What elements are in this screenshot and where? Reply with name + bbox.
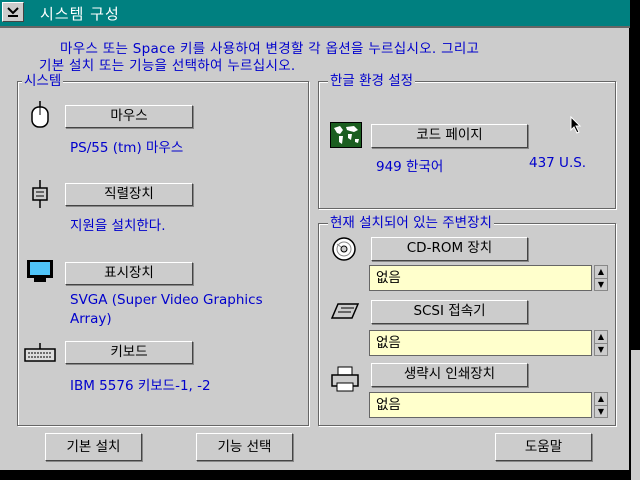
system-group-label: 시스템 xyxy=(22,73,64,89)
spin-down-icon[interactable]: ▼ xyxy=(595,279,607,291)
display-value-line-1: SVGA (Super Video Graphics xyxy=(70,292,263,308)
serial-button[interactable]: 직렬장치 xyxy=(65,183,193,206)
help-button[interactable]: 도움말 xyxy=(495,433,592,461)
config-window: 시스템 구성 마우스 또는 Space 키를 사용하여 변경할 각 옵션을 누르… xyxy=(0,0,630,471)
spin-up-icon[interactable]: ▲ xyxy=(595,266,607,279)
mouse-button[interactable]: 마우스 xyxy=(65,105,193,128)
keyboard-icon xyxy=(24,343,56,367)
codepage-alt-value: 437 U.S. xyxy=(529,155,587,171)
mouse-value: PS/55 (tm) 마우스 xyxy=(70,140,184,156)
system-menu-icon xyxy=(7,7,19,17)
codepage-button[interactable]: 코드 페이지 xyxy=(371,124,528,148)
monitor-icon xyxy=(26,259,54,287)
instruction-line-2: 기본 설치 또는 기능을 선택하여 누르십시오. xyxy=(39,58,296,74)
spin-up-icon[interactable]: ▲ xyxy=(595,331,607,344)
spin-down-icon[interactable]: ▼ xyxy=(595,406,607,418)
scsi-icon xyxy=(330,302,360,324)
cd-icon xyxy=(331,236,357,266)
window-title: 시스템 구성 xyxy=(40,5,120,23)
keyboard-button[interactable]: 키보드 xyxy=(65,341,193,364)
peripherals-group-label: 현재 설치되어 있는 주변장치 xyxy=(328,215,494,231)
default-install-button[interactable]: 기본 설치 xyxy=(45,433,142,461)
printer-select[interactable]: 없음 xyxy=(369,392,592,418)
cdrom-spinner[interactable]: ▲ ▼ xyxy=(594,265,608,291)
select-features-button[interactable]: 기능 선택 xyxy=(196,433,293,461)
cdrom-select[interactable]: 없음 xyxy=(369,265,592,291)
printer-spinner[interactable]: ▲ ▼ xyxy=(594,392,608,418)
mouse-pointer-icon xyxy=(570,115,582,138)
world-map-icon xyxy=(330,122,362,152)
spin-up-icon[interactable]: ▲ xyxy=(595,393,607,406)
hangul-group-label: 한글 환경 설정 xyxy=(328,73,416,89)
title-bar: 시스템 구성 xyxy=(0,0,630,28)
scsi-spinner[interactable]: ▲ ▼ xyxy=(594,330,608,356)
keyboard-value: IBM 5576 키보드-1, -2 xyxy=(70,378,211,394)
display-value-line-2: Array) xyxy=(70,311,112,327)
printer-icon xyxy=(330,366,360,396)
spin-down-icon[interactable]: ▼ xyxy=(595,344,607,356)
background-window-edge xyxy=(631,350,640,480)
codepage-value: 949 한국어 xyxy=(376,159,444,175)
system-menu-button[interactable] xyxy=(2,2,24,22)
display-button[interactable]: 표시장치 xyxy=(65,262,193,285)
serial-port-icon xyxy=(30,180,50,214)
mouse-icon xyxy=(30,101,50,133)
cdrom-button[interactable]: CD-ROM 장치 xyxy=(371,237,528,261)
printer-button[interactable]: 생략시 인쇄장치 xyxy=(371,363,528,387)
scsi-select[interactable]: 없음 xyxy=(369,330,592,356)
serial-value: 지원을 설치한다. xyxy=(70,218,166,234)
scsi-button[interactable]: SCSI 접속기 xyxy=(371,300,528,324)
